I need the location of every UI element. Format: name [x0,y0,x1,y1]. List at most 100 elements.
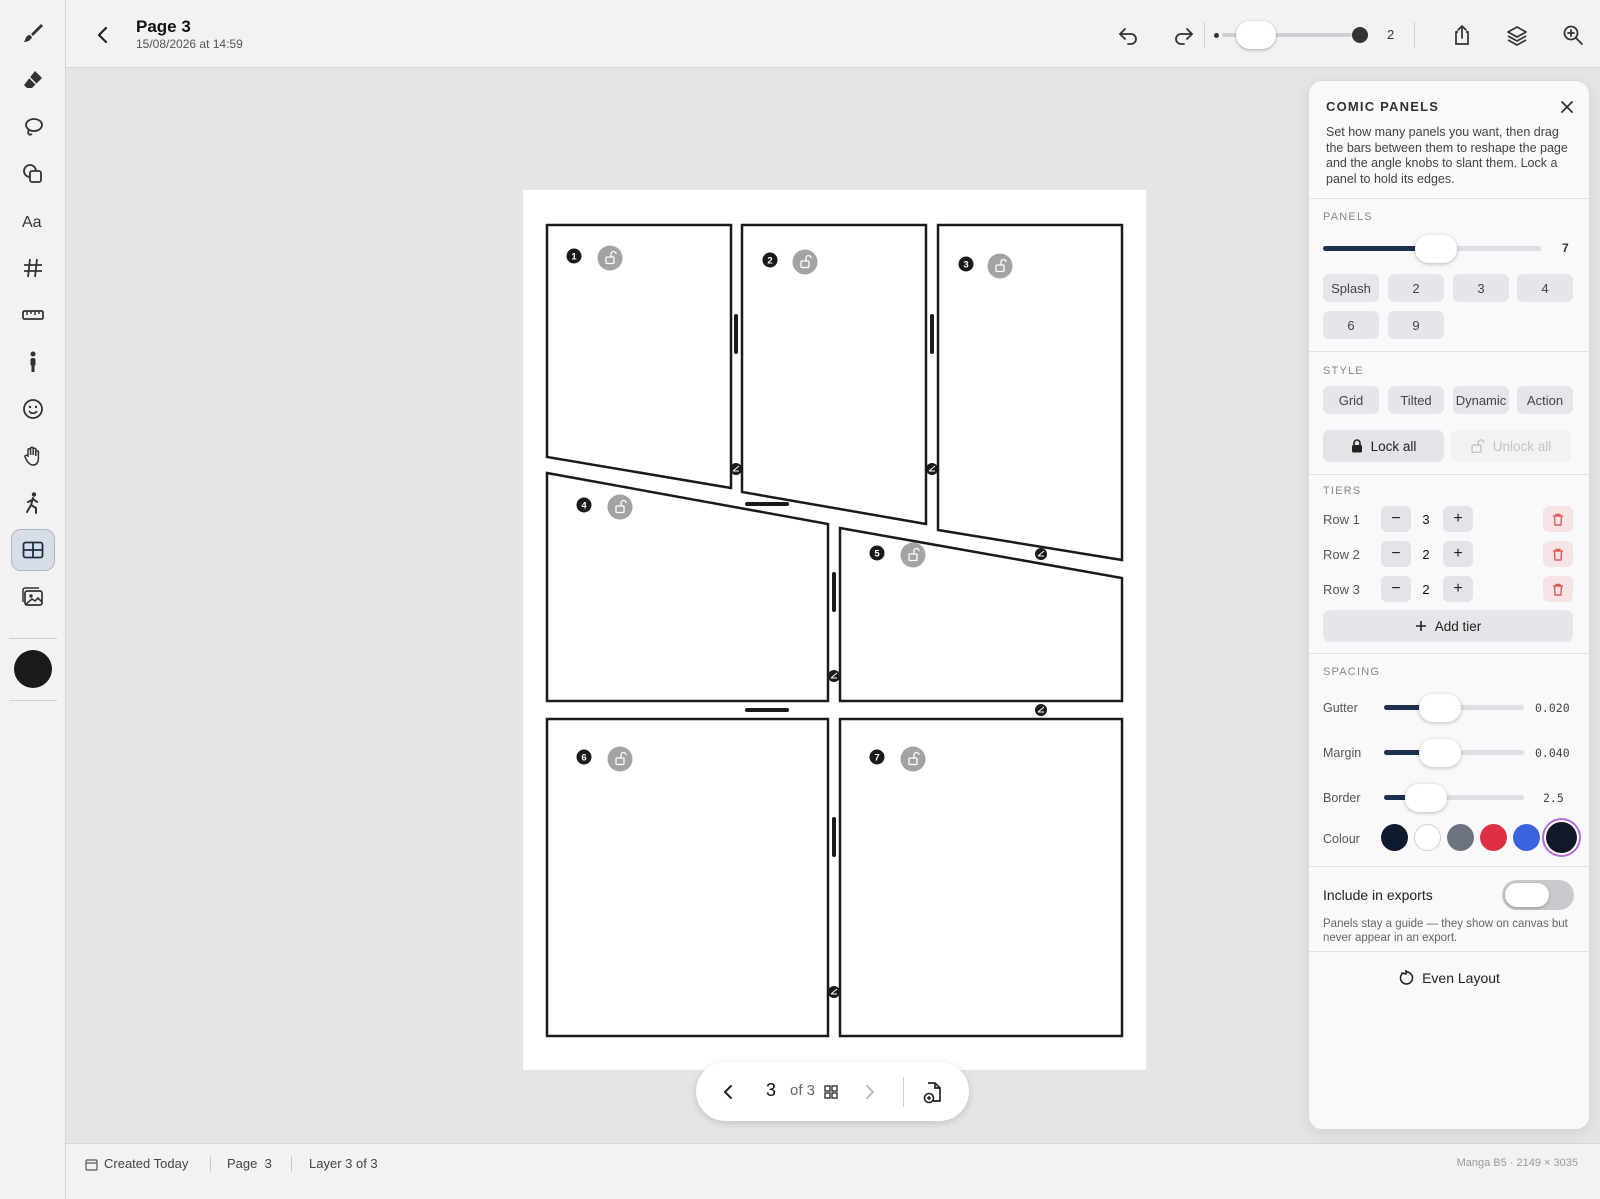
colour-swatch-2[interactable] [1414,824,1441,851]
layers-button[interactable] [1502,20,1532,50]
undo-icon [1119,28,1137,45]
hand-tool[interactable] [11,435,55,477]
angle-knob[interactable] [926,463,938,475]
slider-knob[interactable] [1405,784,1447,812]
tier-row-2-increment[interactable]: + [1443,541,1473,567]
redo-button[interactable] [1169,20,1199,50]
panel-2[interactable] [740,223,928,526]
panel-lock-button[interactable] [597,245,623,271]
panel-6[interactable] [545,717,830,1038]
preset-2[interactable]: 2 [1388,274,1444,302]
preset-9[interactable]: 9 [1388,311,1444,339]
tier-row-1-increment[interactable]: + [1443,506,1473,532]
brush-tool[interactable] [11,12,55,54]
preset-4[interactable]: 4 [1517,274,1573,302]
gutter-value: 0.020 [1535,701,1570,715]
page-status: Page 3 [227,1156,272,1171]
panel-badge-5: 5 [869,545,885,561]
panel-count-slider[interactable] [1323,234,1541,263]
tier-row-1-label: Row 1 [1323,512,1360,527]
emoji-tool[interactable] [11,388,55,430]
panel-1[interactable] [545,223,733,490]
figure-tool[interactable] [11,341,55,383]
panel-lock-button[interactable] [900,746,926,772]
shapes-icon [23,164,42,183]
border-slider[interactable] [1384,783,1524,812]
lock-all-button[interactable]: Lock all [1323,430,1444,462]
preset-splash[interactable]: Splash [1323,274,1379,302]
tier-row-2-delete[interactable] [1543,541,1573,567]
shapes-tool[interactable] [11,153,55,195]
margin-slider[interactable] [1384,738,1524,767]
panel-7[interactable] [838,717,1124,1038]
brush-size-slider[interactable] [1214,20,1374,50]
previous-page-button[interactable] [713,1077,743,1107]
unlock-all-button[interactable]: Unlock all [1451,430,1571,462]
panel-number-5: 5 [874,549,880,560]
section-divider [1309,866,1589,867]
style-grid[interactable]: Grid [1323,386,1379,414]
current-color-swatch[interactable] [14,650,52,688]
brush-icon [24,24,43,42]
close-button[interactable] [1557,97,1577,117]
add-page-button[interactable] [918,1077,948,1107]
eraser-tool[interactable] [11,59,55,101]
panel-lock-button[interactable] [792,249,818,275]
tier-row-2-decrement[interactable]: − [1381,541,1411,567]
panel-lock-button[interactable] [987,253,1013,279]
tier-row-1-delete[interactable] [1543,506,1573,532]
preset-6[interactable]: 6 [1323,311,1379,339]
image-tool[interactable] [11,576,55,618]
include-in-exports-toggle[interactable] [1502,880,1574,910]
lasso-tool[interactable] [11,106,55,148]
slider-knob[interactable] [1415,235,1458,263]
colour-swatch-3[interactable] [1447,824,1474,851]
angle-knob[interactable] [1035,704,1047,716]
slider-knob[interactable] [1419,739,1461,767]
tier-row-3-delete[interactable] [1543,576,1573,602]
angle-knob[interactable] [730,463,742,475]
next-page-button[interactable] [855,1077,885,1107]
add-tier-button[interactable]: Add tier [1323,610,1573,642]
back-button[interactable] [88,20,118,50]
chevron-left-icon [97,26,108,44]
even-layout-button[interactable]: Even Layout [1309,961,1589,995]
colour-swatch-4[interactable] [1480,824,1507,851]
text-tool[interactable]: Aa [11,200,55,242]
tier-row-3-increment[interactable]: + [1443,576,1473,602]
brush-size-knob[interactable] [1236,21,1276,49]
preset-3[interactable]: 3 [1453,274,1509,302]
colour-swatch-5[interactable] [1513,824,1540,851]
page-grid-button[interactable] [816,1077,846,1107]
panel-lock-button[interactable] [607,746,633,772]
colour-swatch-6[interactable] [1546,822,1577,853]
share-button[interactable] [1447,20,1477,50]
grid-view-icon [824,1085,838,1099]
gutter-slider[interactable] [1384,693,1524,722]
slider-knob[interactable] [1419,694,1461,722]
tier-row-3-decrement[interactable]: − [1381,576,1411,602]
grid-tool[interactable] [11,247,55,289]
zoom-button[interactable] [1558,20,1588,50]
undo-button[interactable] [1113,20,1143,50]
style-tilted[interactable]: Tilted [1388,386,1444,414]
panel-lock-button[interactable] [607,494,633,520]
colour-swatch-1[interactable] [1381,824,1408,851]
style-dynamic[interactable]: Dynamic [1453,386,1509,414]
figure-icon [30,351,36,372]
angle-knob[interactable] [828,986,840,998]
eraser-icon [24,71,42,88]
panel-lock-button[interactable] [900,542,926,568]
current-page-number[interactable]: 3 [766,1080,776,1101]
style-action[interactable]: Action [1517,386,1573,414]
panel-3[interactable] [936,223,1124,562]
chevron-left-icon [724,1085,732,1099]
pose-tool[interactable] [11,482,55,524]
angle-knob[interactable] [828,670,840,682]
angle-knob[interactable] [1035,548,1047,560]
section-divider [1309,198,1589,199]
ruler-tool[interactable] [11,294,55,336]
tier-row-1-decrement[interactable]: − [1381,506,1411,532]
comic-panels-tool[interactable] [11,529,55,571]
comic-page[interactable]: 1 2 3 4 5 6 7 [523,190,1146,1070]
